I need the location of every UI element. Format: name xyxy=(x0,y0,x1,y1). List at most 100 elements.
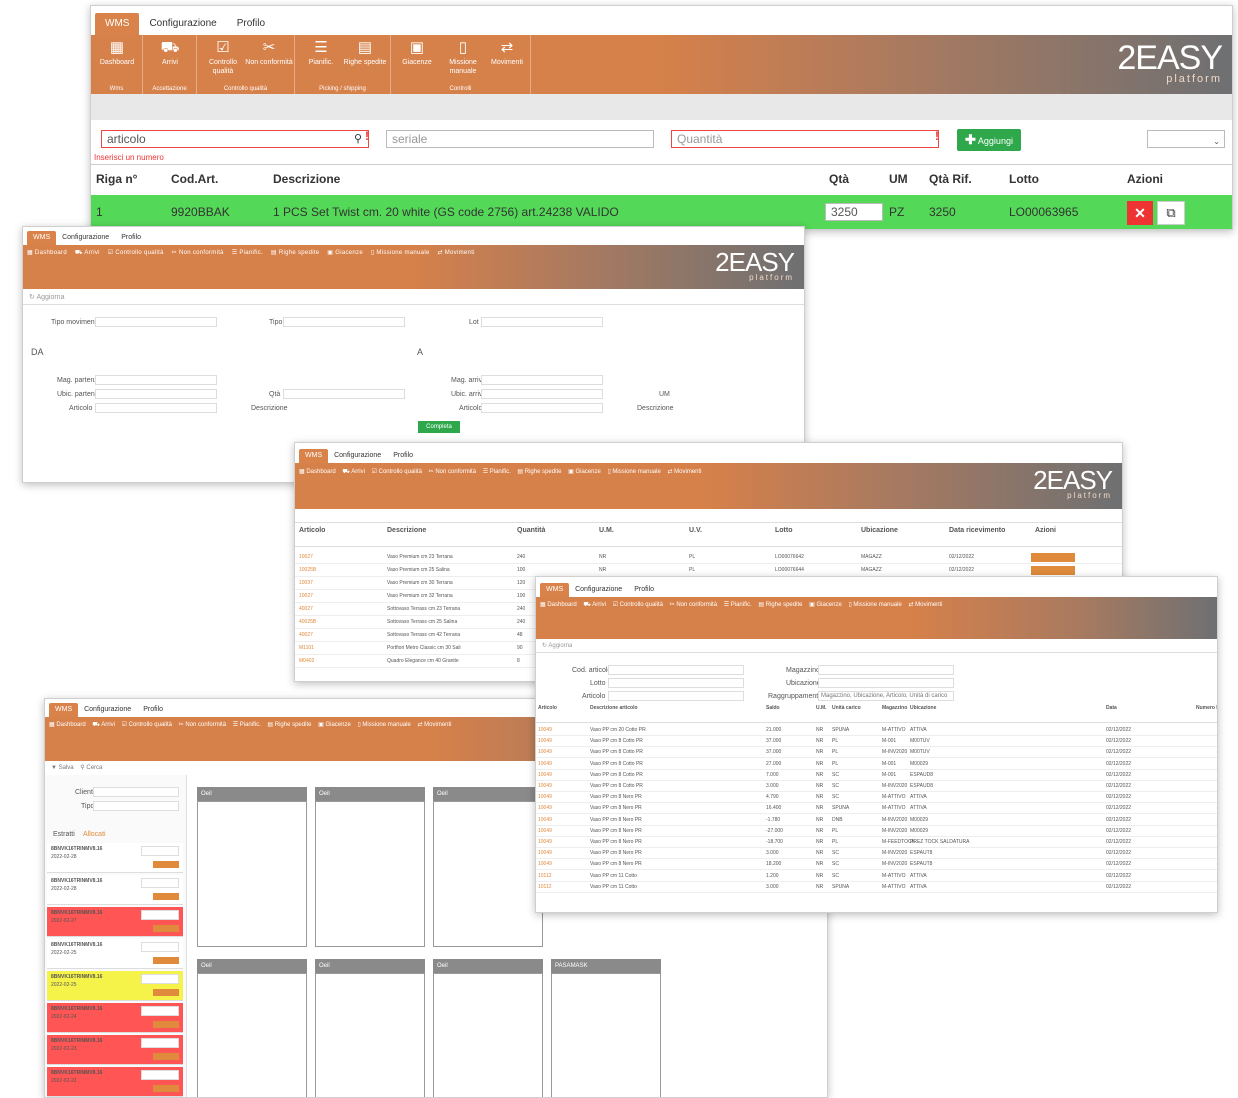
articolo-a-input[interactable] xyxy=(481,403,603,413)
kanban-column[interactable] xyxy=(551,973,661,1097)
righe-spedite-button[interactable]: ▤ Righe spedite xyxy=(341,39,389,67)
tab-wms[interactable]: WMS xyxy=(95,13,140,35)
controllo-qualita-button[interactable]: ☑ Controllo qualità xyxy=(199,39,247,76)
table-row[interactable]: 10049 Vaso PP cm 8 Nero PR 3.000 NR SC M-INV2… xyxy=(536,848,1217,860)
select-dropdown[interactable]: ⌄ xyxy=(1147,130,1225,148)
action-button[interactable] xyxy=(1031,553,1075,562)
card-action-button[interactable] xyxy=(153,1053,179,1060)
lot-input[interactable] xyxy=(481,317,603,327)
quantita-input[interactable]: Quantità! xyxy=(671,129,939,148)
kanban-column[interactable] xyxy=(433,801,543,947)
kanban-column[interactable] xyxy=(197,973,307,1097)
dashboard-button[interactable]: ▦ Dashboard xyxy=(93,39,141,67)
tab-profilo[interactable]: Profilo xyxy=(387,449,419,463)
tab-configurazione[interactable]: Configurazione xyxy=(78,703,137,717)
order-card[interactable]: 8BNVK16TRINMV8.16 2022-02-25 xyxy=(47,939,183,969)
articolo-da-input[interactable] xyxy=(95,403,217,413)
cliente-input[interactable] xyxy=(93,787,179,797)
table-row[interactable]: 10049 Vaso PP cm 20 Cotto PR 21.000 NR SPUNA… xyxy=(536,725,1217,736)
card-action-button[interactable] xyxy=(153,1085,179,1092)
ubic-partenza-input[interactable] xyxy=(95,389,217,399)
cerca-button[interactable]: ⚲ Cerca xyxy=(80,765,102,771)
card-action-button[interactable] xyxy=(153,925,179,932)
card-select[interactable] xyxy=(141,942,179,952)
table-row[interactable]: 10049 Vaso PP cm 8 Cotto PR 3.000 NR SC M-INV… xyxy=(536,781,1217,792)
card-action-button[interactable] xyxy=(153,861,179,868)
cod-articolo-input[interactable] xyxy=(608,665,744,675)
table-row[interactable]: 10049 Vaso PP cm 8 Cotto PR 7.000 NR SC M-001… xyxy=(536,770,1217,781)
card-select[interactable] xyxy=(141,974,179,984)
card-action-button[interactable] xyxy=(153,989,179,996)
ubic-arrivo-input[interactable] xyxy=(481,389,603,399)
giacenze-button[interactable]: ▣ Giacenze xyxy=(393,39,441,67)
table-row[interactable]: 10049 Vaso PP cm 8 Nero PR -27.000 NR PL M-IN… xyxy=(536,826,1217,837)
aggiorna-button[interactable]: ↻ Aggiorna xyxy=(23,289,804,305)
copy-icon[interactable]: ⧉ xyxy=(1157,201,1185,225)
tab-profilo[interactable]: Profilo xyxy=(628,583,660,597)
tab-configurazione[interactable]: Configurazione xyxy=(139,13,226,35)
tipo-input[interactable] xyxy=(93,801,179,811)
card-action-button[interactable] xyxy=(153,1021,179,1028)
missione-manuale-button[interactable]: ▯ Missione manuale xyxy=(439,39,487,76)
non-conformita-button[interactable]: ✂ Non conformità xyxy=(245,39,293,67)
table-row[interactable]: 10049 Vaso PP cm 8 Nero PR 18.200 NR SC M-INV… xyxy=(536,859,1217,871)
order-card[interactable]: 8BNVK16TRINMV8.16 2022-02-27 xyxy=(47,907,183,937)
tab-profilo[interactable]: Profilo xyxy=(227,13,275,35)
articolo-filter-input[interactable] xyxy=(608,691,744,701)
card-select[interactable] xyxy=(141,1038,179,1048)
pianific-button[interactable]: ☰ Pianific. xyxy=(297,39,345,67)
kanban-column[interactable] xyxy=(197,801,307,947)
table-row[interactable]: 10049 Vaso PP cm 8 Cotto PR 27.000 NR PL M-00… xyxy=(536,759,1217,770)
salva-button[interactable]: ▼ Salva xyxy=(51,765,74,771)
card-select[interactable] xyxy=(141,1006,179,1016)
mag-partenza-input[interactable] xyxy=(95,375,217,385)
completa-button[interactable]: Completa xyxy=(418,421,460,433)
order-card[interactable]: 8BNVK16TRINMV8.16 2022-02-24 xyxy=(47,1003,183,1033)
ubicazione-input[interactable] xyxy=(818,678,954,688)
qta-row-input[interactable]: 3250 xyxy=(825,203,883,221)
card-select[interactable] xyxy=(141,846,179,856)
order-card[interactable]: 8BNVK16TRINMV8.16 2022-02-22 xyxy=(47,1067,183,1097)
tab-configurazione[interactable]: Configurazione xyxy=(569,583,628,597)
table-row[interactable]: 10049 Vaso PP cm 8 Nero PR 4.790 NR SC M-ATTI… xyxy=(536,792,1217,804)
order-card[interactable]: 8BNVK16TRINMV8.16 2022-02-25 xyxy=(47,971,183,1001)
tab-configurazione[interactable]: Configurazione xyxy=(56,231,115,245)
kanban-column[interactable] xyxy=(433,973,543,1097)
search-icon[interactable]: ⚲ xyxy=(354,132,362,145)
table-row[interactable]: 10049 Vaso PP cm 8 Cotto PR 37.000 NR PL M-IN… xyxy=(536,747,1217,759)
magazzino-input[interactable] xyxy=(818,665,954,675)
table-row[interactable]: 1 9920BBAK 1 PCS Set Twist cm. 20 white … xyxy=(91,195,1232,229)
card-select[interactable] xyxy=(141,910,179,920)
tab-allocati[interactable]: Allocati xyxy=(83,831,106,838)
kanban-column[interactable] xyxy=(315,801,425,947)
table-row[interactable]: 10049 Vaso PP cm 8 Nero PR 16.400 NR SPUNA M-… xyxy=(536,803,1217,815)
card-action-button[interactable] xyxy=(153,893,179,900)
aggiorna-button[interactable]: ↻ Aggiorna xyxy=(536,639,1217,653)
action-button[interactable] xyxy=(1031,566,1075,575)
tab-wms[interactable]: WMS xyxy=(540,583,570,597)
table-row[interactable]: 10112 Vaso PP cm 11 Cotto 3.000 NR SPUNA M-AT… xyxy=(536,882,1217,893)
table-row[interactable]: 10049 Vaso PP cm 8 Cotto PR 37.000 NR PL M-00… xyxy=(536,736,1217,748)
card-action-button[interactable] xyxy=(153,957,179,964)
delete-icon[interactable]: ✕ xyxy=(1127,201,1153,225)
card-select[interactable] xyxy=(141,878,179,888)
mag-arrivo-input[interactable] xyxy=(481,375,603,385)
movimenti-button[interactable]: ⇄ Movimenti xyxy=(483,39,531,67)
toolbar-buttons[interactable]: ▦ Dashboard ⛟ Arrivi ☑ Controllo qualità… xyxy=(299,468,702,476)
raggruppamento-select[interactable]: Magazzino, Ubicazione, Articolo, Unità d… xyxy=(818,691,954,701)
card-select[interactable] xyxy=(141,1070,179,1080)
toolbar-buttons[interactable]: ▦ Dashboard ⛟ Arrivi ☑ Controllo qualità… xyxy=(27,249,475,257)
tipo-movimento-select[interactable] xyxy=(95,317,217,327)
tab-estratti[interactable]: Estratti xyxy=(53,831,75,838)
tab-configurazione[interactable]: Configurazione xyxy=(328,449,387,463)
toolbar-buttons[interactable]: ▦ Dashboard ⛟ Arrivi ☑ Controllo qualità… xyxy=(49,721,452,729)
qta-input[interactable] xyxy=(283,389,405,399)
tab-profilo[interactable]: Profilo xyxy=(137,703,169,717)
order-card[interactable]: 8BNVK16TRINMV8.16 2022-02-28 xyxy=(47,875,183,905)
table-row[interactable]: 10049 Vaso PP cm 8 Nero PR -1.780 NR DNB M-IN… xyxy=(536,815,1217,826)
tab-wms[interactable]: WMS xyxy=(299,449,329,463)
table-row[interactable]: 10049 Vaso PP cm 8 Nero PR -18.700 NR PL M-FE… xyxy=(536,837,1217,848)
kanban-column[interactable] xyxy=(315,973,425,1097)
seriale-input[interactable]: seriale xyxy=(386,130,654,148)
tab-wms[interactable]: WMS xyxy=(49,703,79,717)
